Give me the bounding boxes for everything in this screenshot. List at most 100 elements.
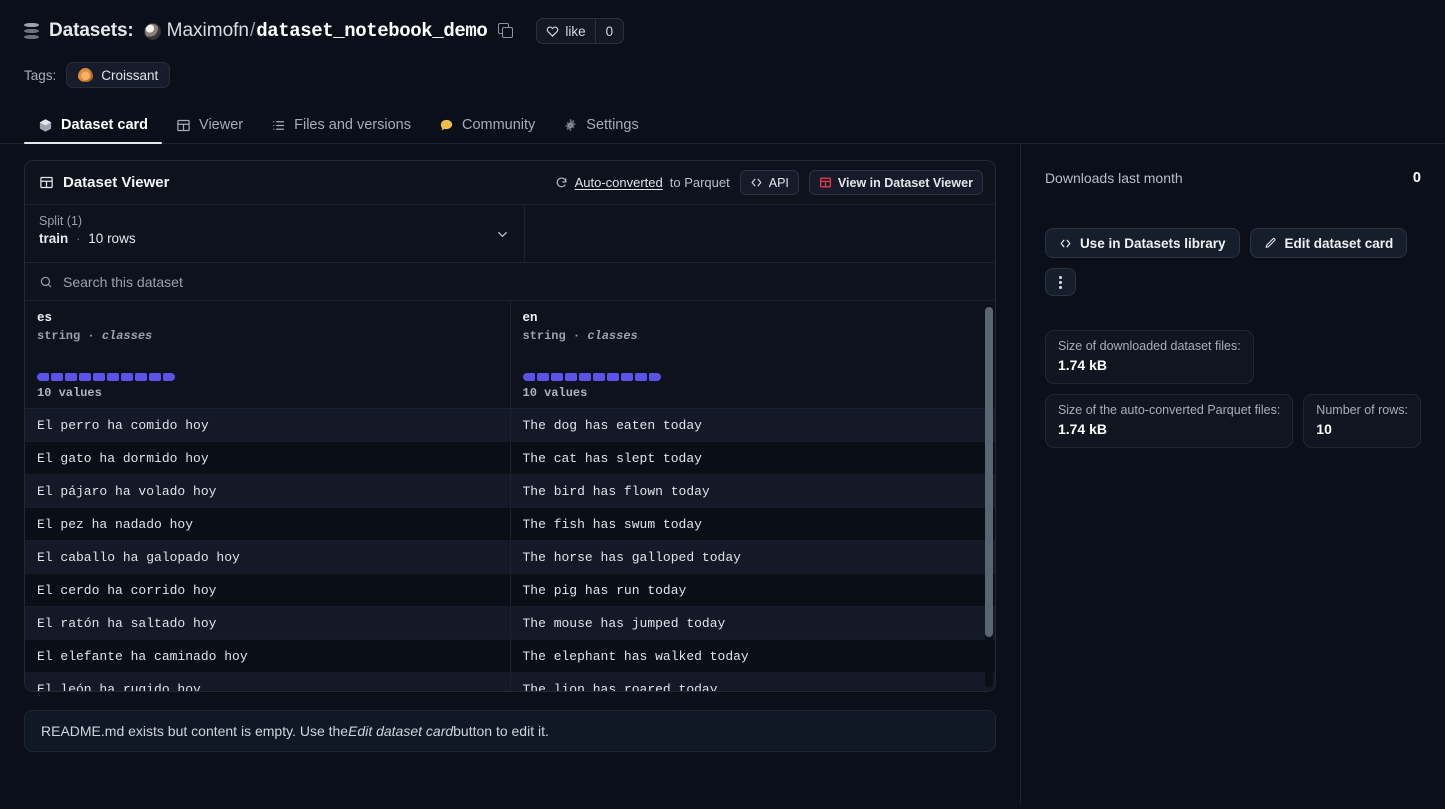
tab-viewer[interactable]: Viewer <box>162 117 257 143</box>
tab-settings[interactable]: Settings <box>549 117 652 143</box>
dataset-table: es string · classes 10 values en string … <box>25 301 995 691</box>
comment-icon <box>440 119 453 130</box>
box-icon <box>39 118 52 132</box>
dataset-viewer-header: Dataset Viewer Auto-converted to Parquet <box>25 161 995 205</box>
table-header-row: es string · classes 10 values en string … <box>25 301 995 409</box>
cell-en: The bird has flown today <box>510 474 995 508</box>
cell-es: El perro ha comido hoy <box>25 408 511 442</box>
tag-croissant[interactable]: Croissant <box>66 62 171 88</box>
dataset-viewer-title: Dataset Viewer <box>39 174 169 191</box>
column-type: string · classes <box>37 329 498 343</box>
split-label: Split (1) <box>39 214 83 228</box>
column-name: en <box>522 311 538 325</box>
gear-icon <box>565 118 576 131</box>
repo-name-link[interactable]: dataset_notebook_demo <box>256 20 487 42</box>
stat-label: Size of downloaded dataset files: <box>1057 339 1241 353</box>
search-row[interactable]: Search this dataset <box>25 263 995 301</box>
table-icon <box>177 119 190 131</box>
cell-es: El elefante ha caminado hoy <box>25 639 511 673</box>
column-name: es <box>37 311 53 325</box>
like-button[interactable]: like <box>537 19 594 43</box>
table-row[interactable]: El pez ha nadado hoy The fish has swum to… <box>25 507 995 541</box>
tab-label: Settings <box>586 117 639 133</box>
cell-es: El cerdo ha corrido hoy <box>25 573 511 607</box>
table-row[interactable]: El caballo ha galopado hoy The horse has … <box>25 540 995 574</box>
page-header: Datasets: Maximofn / dataset_notebook_de… <box>0 0 1445 88</box>
cell-es: El león ha rugido hoy <box>25 672 511 691</box>
owner-link[interactable]: Maximofn <box>167 20 249 42</box>
column-type-italic: classes <box>101 329 153 343</box>
pencil-icon <box>1265 237 1275 248</box>
split-name: train <box>39 231 69 246</box>
body: Dataset Viewer Auto-converted to Parquet <box>0 144 1445 804</box>
stat-line-1: Size of downloaded dataset files: 1.74 k… <box>1044 330 1421 384</box>
readme-note-italic: Edit dataset card <box>348 723 454 739</box>
cell-en: The pig has run today <box>510 573 995 607</box>
cell-en: The lion has roared today <box>510 672 995 691</box>
table-row[interactable]: El león ha rugido hoy The lion has roared… <box>25 672 995 691</box>
cell-es: El pez ha nadado hoy <box>25 507 511 541</box>
cell-en: The cat has slept today <box>510 441 995 475</box>
values-count: 10 values <box>37 386 102 400</box>
table-row[interactable]: El perro ha comido hoy The dog has eaten … <box>25 408 995 442</box>
tab-label: Community <box>461 117 536 133</box>
api-button[interactable]: API <box>739 170 799 195</box>
table-icon <box>40 176 53 189</box>
table-row[interactable]: El pájaro ha volado hoy The bird has flow… <box>25 474 995 508</box>
table-body: El perro ha comido hoy The dog has eaten … <box>25 408 995 691</box>
stat-value: 1.74 kB <box>1057 421 1107 437</box>
split-selector[interactable]: Split (1) train · 10 rows <box>25 205 525 262</box>
like-count[interactable]: 0 <box>594 19 624 43</box>
downloads-label: Downloads last month <box>1044 170 1183 186</box>
column-type-plain: string <box>37 329 81 343</box>
like-label: like <box>565 23 586 39</box>
search-input[interactable]: Search this dataset <box>63 274 183 290</box>
table-row[interactable]: El elefante ha caminado hoy The elephant … <box>25 639 995 673</box>
stat-label: Size of the auto-converted Parquet files… <box>1057 403 1281 417</box>
table-row[interactable]: El gato ha dormido hoy The cat has slept … <box>25 441 995 475</box>
split-rows: 10 rows <box>88 231 136 246</box>
cell-en: The fish has swum today <box>510 507 995 541</box>
api-label: API <box>768 175 789 190</box>
croissant-icon <box>78 68 94 82</box>
tab-label: Dataset card <box>61 117 149 133</box>
code-icon <box>1060 239 1071 247</box>
auto-converted-suffix: to Parquet <box>669 175 730 190</box>
cell-en: The dog has eaten today <box>510 408 995 442</box>
type-dot: · <box>572 329 588 343</box>
copy-icon[interactable] <box>498 23 514 39</box>
tab-files-and-versions[interactable]: Files and versions <box>257 117 425 143</box>
column-type-plain: string <box>522 329 566 343</box>
table-row[interactable]: El cerdo ha corrido hoy The pig has run t… <box>25 573 995 607</box>
cell-es: El caballo ha galopado hoy <box>25 540 511 574</box>
view-in-viewer-label: View in Dataset Viewer <box>837 175 973 190</box>
tab-label: Viewer <box>199 117 244 133</box>
auto-converted-note: Auto-converted to Parquet <box>555 175 730 190</box>
use-in-datasets-library-button[interactable]: Use in Datasets library <box>1044 228 1240 258</box>
tab-community[interactable]: Community <box>425 117 549 143</box>
sidebar-buttons: Use in Datasets library Edit dataset car… <box>1044 228 1421 258</box>
dataset-stats: Size of downloaded dataset files: 1.74 k… <box>1044 330 1421 448</box>
datasets-label: Datasets: <box>49 20 134 41</box>
stat-label: Number of rows: <box>1316 403 1408 417</box>
cell-es: El gato ha dormido hoy <box>25 441 511 475</box>
split-dot: · <box>76 231 81 246</box>
tags-label: Tags: <box>24 67 57 83</box>
edit-dataset-card-button[interactable]: Edit dataset card <box>1249 228 1408 258</box>
tab-label: Files and versions <box>294 117 411 133</box>
view-in-dataset-viewer-button[interactable]: View in Dataset Viewer <box>808 170 983 195</box>
table-scrollbar-thumb[interactable] <box>984 307 993 637</box>
table-icon <box>819 177 831 188</box>
column-header-en[interactable]: en string · classes 10 values <box>510 301 995 409</box>
auto-converted-link[interactable]: Auto-converted <box>575 175 663 190</box>
tab-dataset-card[interactable]: Dataset card <box>24 117 163 144</box>
column-type: string · classes <box>523 329 983 343</box>
split-value: train · 10 rows <box>39 231 510 246</box>
downloads-value: 0 <box>1412 170 1421 186</box>
dataset-viewer-card: Dataset Viewer Auto-converted to Parquet <box>24 160 996 692</box>
title-row: Datasets: Maximofn / dataset_notebook_de… <box>24 16 1421 46</box>
chevron-down-icon <box>498 232 507 238</box>
column-header-es[interactable]: es string · classes 10 values <box>25 301 511 409</box>
more-options-button[interactable] <box>1044 268 1076 296</box>
table-row[interactable]: El ratón ha saltado hoy The mouse has jum… <box>25 606 995 640</box>
